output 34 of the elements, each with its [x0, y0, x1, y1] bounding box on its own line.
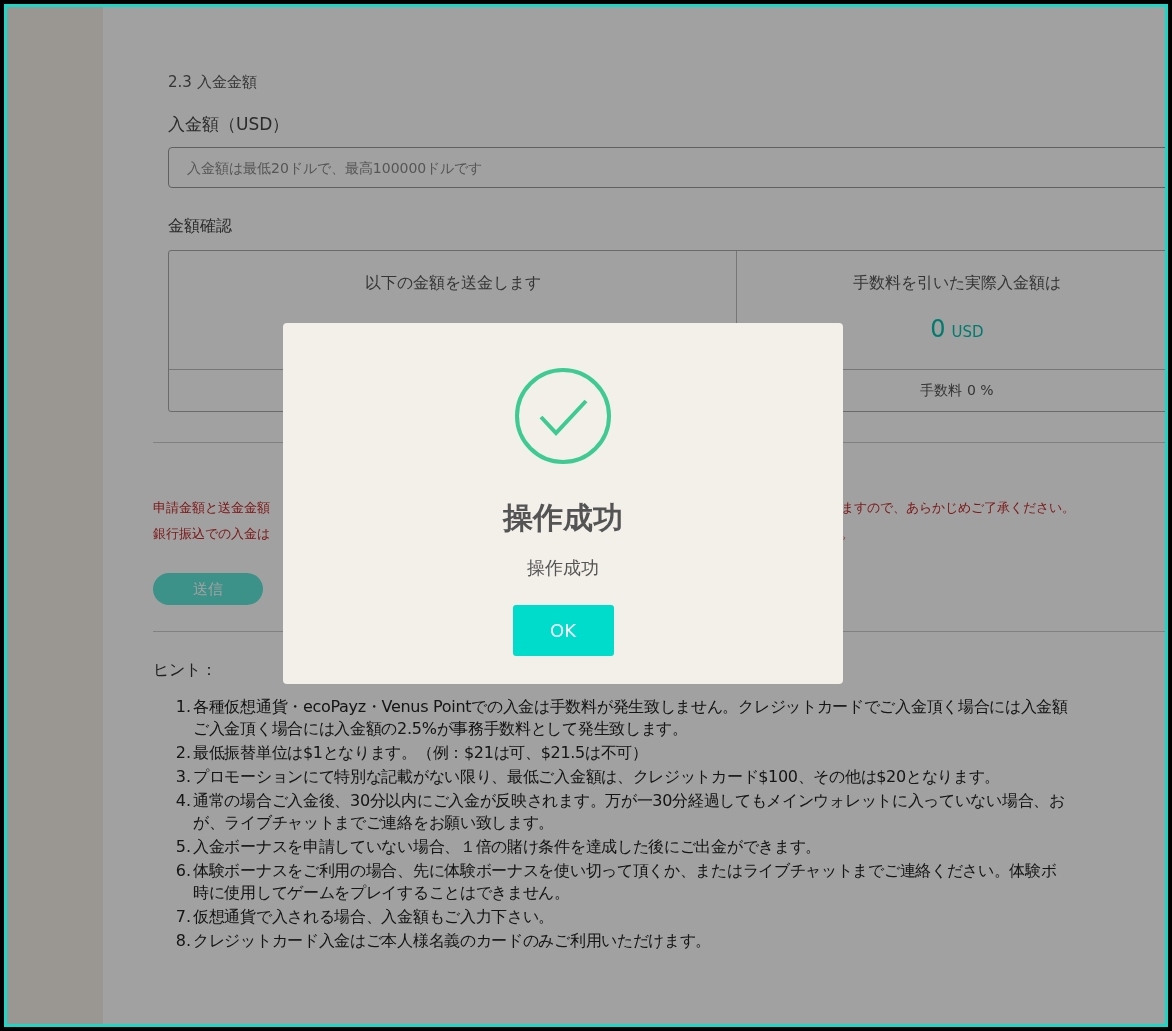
confirm-title: 金額確認: [168, 215, 233, 237]
hints-title: ヒント：: [153, 659, 218, 681]
hint-text: 体験ボーナスをご利用の場合、先に体験ボーナスを使い切って頂くか、またはライブチャットまでご連絡ください。体験ボ 時に使用してゲームをプレイすることはできません。: [193, 860, 1057, 904]
field-label: 入金額（USD）: [168, 112, 291, 136]
notice-text: 銀行振込での入金は: [153, 525, 270, 541]
ok-button[interactable]: OK: [512, 605, 614, 656]
list-number: 7.: [174, 906, 191, 928]
dialog-title: 操作成功: [503, 499, 623, 537]
column-heading: 手数料を引いた実際入金額は: [853, 272, 1061, 294]
hint-text: プロモーションにて特別な記載がない限り、最低ご入金額は、クレジットカード$100、その他は$20となります。: [193, 766, 1001, 788]
submit-button[interactable]: 送信: [153, 573, 263, 605]
currency-unit: USD: [951, 322, 984, 343]
hint-text: 通常の場合ご入金後、30分以内にご入金が反映されます。万が一30分経過してもメインウォレットに入っていない場合、お が、ライブチャットまでご連絡をお願い致します。: [193, 790, 1065, 834]
notice-text: 申請金額と送金金額: [153, 500, 270, 515]
list-number: 6.: [174, 860, 191, 882]
hint-text: 各種仮想通貨・ecoPayz・Venus Pointでの入金は手数料が発生致しません。クレジットカードでご入金頂く場合には入金額 ご入金頂く場合には入金額の2.5%が事務手数料として発生致します。: [193, 696, 1068, 740]
list-number: 4.: [174, 790, 191, 812]
hint-text: 最低振替単位は$1となります。（例：$21は可、$21.5は不可）: [193, 742, 648, 764]
column-heading: 以下の金額を送金します: [364, 272, 541, 294]
list-number: 5.: [174, 836, 191, 858]
list-number: 2.: [174, 742, 191, 764]
amount-input-field[interactable]: 入金額は最低20ドルで、最高100000ドルです: [168, 147, 1165, 188]
hint-text: クレジットカード入金はご本人様名義のカードのみご利用いただけます。: [193, 930, 712, 952]
dialog-message: 操作成功: [527, 556, 599, 580]
list-number: 1.: [174, 696, 191, 718]
notice-text: ますので、あらかじめご了承ください。: [841, 499, 1075, 517]
hint-text: 入金ボーナスを申請していない場合、１倍の賭け条件を達成した後にご出金ができます。: [193, 836, 821, 858]
list-number: 3.: [174, 766, 191, 788]
amount-value: 0: [930, 314, 946, 345]
section-title: 2.3 入金金額: [168, 72, 258, 93]
check-circle-icon: [514, 367, 612, 465]
hint-text: 仮想通貨で入される場合、入金額もご入力下さい。: [193, 906, 555, 928]
fee-rate: 手数料 0 %: [920, 381, 994, 400]
list-number: 8.: [174, 930, 191, 952]
